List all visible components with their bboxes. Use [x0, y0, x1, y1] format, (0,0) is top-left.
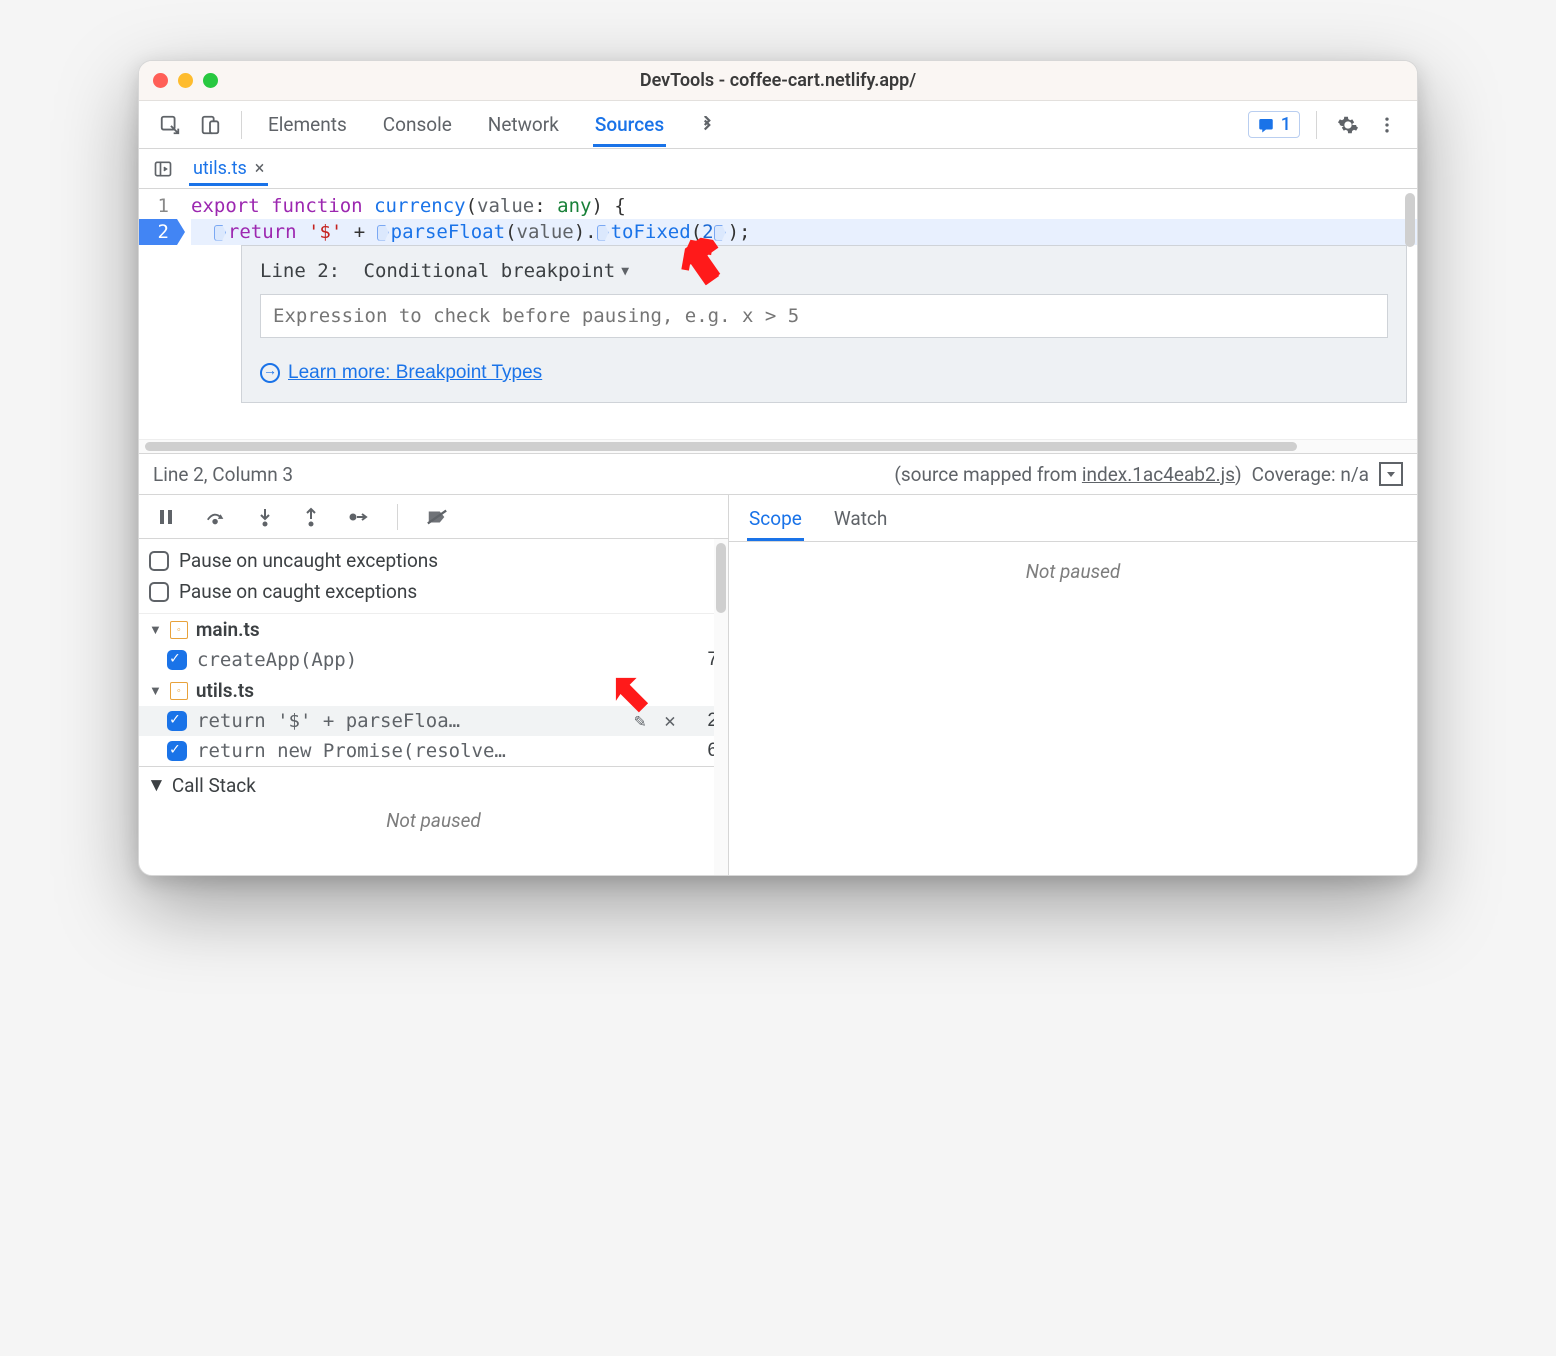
- gutter[interactable]: 1 2: [139, 189, 177, 439]
- delete-breakpoint-icon[interactable]: ✕: [660, 710, 680, 732]
- issues-badge[interactable]: 1: [1248, 111, 1300, 138]
- breakpoint-checkbox[interactable]: [167, 650, 187, 670]
- more-tabs-icon[interactable]: [694, 112, 720, 138]
- code-area[interactable]: export function currency(value: any) { r…: [177, 189, 1417, 439]
- step-into-icon[interactable]: [253, 503, 277, 531]
- column-breakpoint-icon[interactable]: [714, 225, 726, 241]
- deactivate-breakpoints-icon[interactable]: [422, 504, 452, 530]
- file-tab-utils[interactable]: utils.ts ×: [189, 152, 268, 186]
- breakpoint-checkbox[interactable]: [167, 711, 187, 731]
- source-map-info: (source mapped from index.1ac4eab2.js): [894, 463, 1241, 486]
- breakpoints-tree: ▼ ◦ main.ts createApp(App) 7 ▼ ◦ utils.t…: [139, 614, 728, 838]
- file-icon: ◦: [170, 682, 188, 700]
- statusbar-dropdown-icon[interactable]: [1379, 462, 1403, 486]
- file-tab-label: utils.ts: [193, 158, 247, 179]
- close-tab-icon[interactable]: ×: [255, 158, 265, 179]
- chevron-down-icon: ▼: [149, 683, 162, 699]
- tab-elements[interactable]: Elements: [266, 103, 349, 147]
- tab-watch[interactable]: Watch: [832, 503, 890, 541]
- chevron-down-icon: ▼: [621, 264, 629, 279]
- arrow-circle-icon: [260, 363, 280, 383]
- code-editor[interactable]: 1 2 export function currency(value: any)…: [139, 189, 1417, 439]
- status-bar: Line 2, Column 3 (source mapped from ind…: [139, 453, 1417, 495]
- main-toolbar: Elements Console Network Sources 1: [139, 101, 1417, 149]
- cursor-position: Line 2, Column 3: [153, 463, 293, 486]
- step-over-icon[interactable]: [201, 504, 231, 530]
- column-breakpoint-icon[interactable]: [214, 225, 226, 241]
- navigator-toggle-icon[interactable]: [149, 155, 177, 183]
- debugger-right-pane: Scope Watch Not paused: [729, 495, 1417, 875]
- source-map-link[interactable]: index.1ac4eab2.js: [1082, 463, 1235, 486]
- editor-wrap: 1 2 export function currency(value: any)…: [139, 189, 1417, 439]
- pause-options: Pause on uncaught exceptions Pause on ca…: [139, 539, 728, 614]
- device-toggle-icon[interactable]: [195, 110, 225, 140]
- breakpoint-checkbox[interactable]: [167, 741, 187, 761]
- pause-caught-checkbox[interactable]: Pause on caught exceptions: [149, 576, 718, 607]
- pause-icon[interactable]: [153, 504, 179, 530]
- chevron-down-icon: ▼: [149, 622, 162, 638]
- step-icon[interactable]: [345, 505, 373, 529]
- code-line-2: return '$' + parseFloat(value).toFixed(2…: [191, 219, 1417, 245]
- step-out-icon[interactable]: [299, 503, 323, 531]
- chevron-down-icon: ▼: [147, 773, 166, 797]
- panel-tabs: Elements Console Network Sources: [266, 103, 666, 147]
- tab-console[interactable]: Console: [381, 103, 454, 147]
- learn-more-link[interactable]: Learn more: Breakpoint Types: [260, 362, 1388, 384]
- bp-line-label: Line 2:: [260, 260, 340, 282]
- code-line-1: export function currency(value: any) {: [191, 193, 1417, 219]
- call-stack-status: Not paused: [139, 803, 728, 838]
- breakpoint-group[interactable]: ▼ ◦ main.ts: [139, 614, 728, 645]
- file-icon: ◦: [170, 621, 188, 639]
- call-stack-header[interactable]: ▼ Call Stack: [139, 766, 728, 803]
- lower-panels: Pause on uncaught exceptions Pause on ca…: [139, 495, 1417, 875]
- debugger-toolbar: [139, 495, 728, 539]
- issues-count: 1: [1281, 114, 1291, 135]
- coverage-status: Coverage: n/a: [1252, 463, 1369, 486]
- window-title: DevTools - coffee-cart.netlify.app/: [139, 70, 1417, 91]
- editor-horizontal-scrollbar[interactable]: [139, 439, 1417, 453]
- inspect-icon[interactable]: [155, 110, 185, 140]
- right-tabs: Scope Watch: [729, 495, 1417, 542]
- devtools-window: DevTools - coffee-cart.netlify.app/ Elem…: [138, 60, 1418, 876]
- pause-uncaught-checkbox[interactable]: Pause on uncaught exceptions: [149, 545, 718, 576]
- breakpoint-edit-dialog: Line 2: Conditional breakpoint ▼ Learn m…: [241, 245, 1407, 403]
- tab-scope[interactable]: Scope: [747, 503, 804, 541]
- line-number-1[interactable]: 1: [139, 193, 177, 219]
- file-tabs: utils.ts ×: [139, 149, 1417, 189]
- line-number-2-breakpoint[interactable]: 2: [139, 219, 177, 245]
- scope-status: Not paused: [1020, 554, 1127, 589]
- annotation-arrow-1: [679, 235, 732, 288]
- tab-sources[interactable]: Sources: [593, 103, 666, 147]
- annotation-arrow-2: [609, 671, 655, 717]
- kebab-menu-icon[interactable]: [1373, 111, 1401, 139]
- titlebar: DevTools - coffee-cart.netlify.app/: [139, 61, 1417, 101]
- left-pane-scrollbar[interactable]: [714, 539, 728, 875]
- breakpoint-item[interactable]: return new Promise(resolve… 6: [139, 736, 728, 766]
- condition-input[interactable]: [260, 294, 1388, 338]
- debugger-left-pane: Pause on uncaught exceptions Pause on ca…: [139, 495, 729, 875]
- tab-network[interactable]: Network: [486, 103, 561, 147]
- breakpoint-type-select[interactable]: Conditional breakpoint ▼: [364, 260, 630, 282]
- column-breakpoint-icon[interactable]: [377, 225, 389, 241]
- settings-icon[interactable]: [1333, 110, 1363, 140]
- column-breakpoint-icon[interactable]: [597, 225, 609, 241]
